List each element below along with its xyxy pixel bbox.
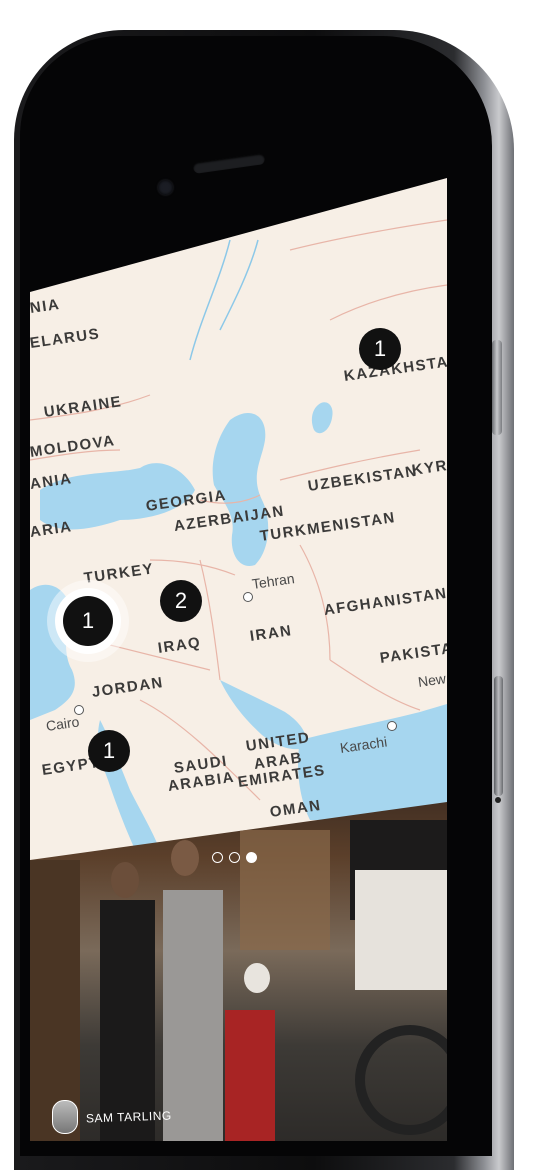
city-dot: [243, 592, 253, 602]
city-dot: [387, 721, 397, 731]
map-pin-cluster[interactable]: 1: [359, 328, 401, 370]
avatar: [52, 1100, 78, 1134]
side-button: [492, 340, 502, 435]
photo-credit[interactable]: SAM TARLING: [52, 1100, 172, 1134]
phone-mockup: NIA ELARUS UKRAINE MOLDOVA ANIA ARIA GEO…: [0, 0, 551, 1170]
pager-dot-active[interactable]: [246, 852, 257, 863]
photographer-name: SAM TARLING: [85, 1108, 172, 1126]
front-camera-icon: [158, 180, 173, 195]
pager-dot[interactable]: [212, 852, 223, 863]
photo-pager[interactable]: [212, 852, 257, 863]
side-dot: [495, 797, 501, 803]
map-pin-cluster[interactable]: 1: [88, 730, 130, 772]
map-pin-cluster[interactable]: 2: [160, 580, 202, 622]
map-pin-selected[interactable]: 1: [63, 596, 113, 646]
pager-dot[interactable]: [229, 852, 240, 863]
side-button-lower: [494, 676, 503, 796]
